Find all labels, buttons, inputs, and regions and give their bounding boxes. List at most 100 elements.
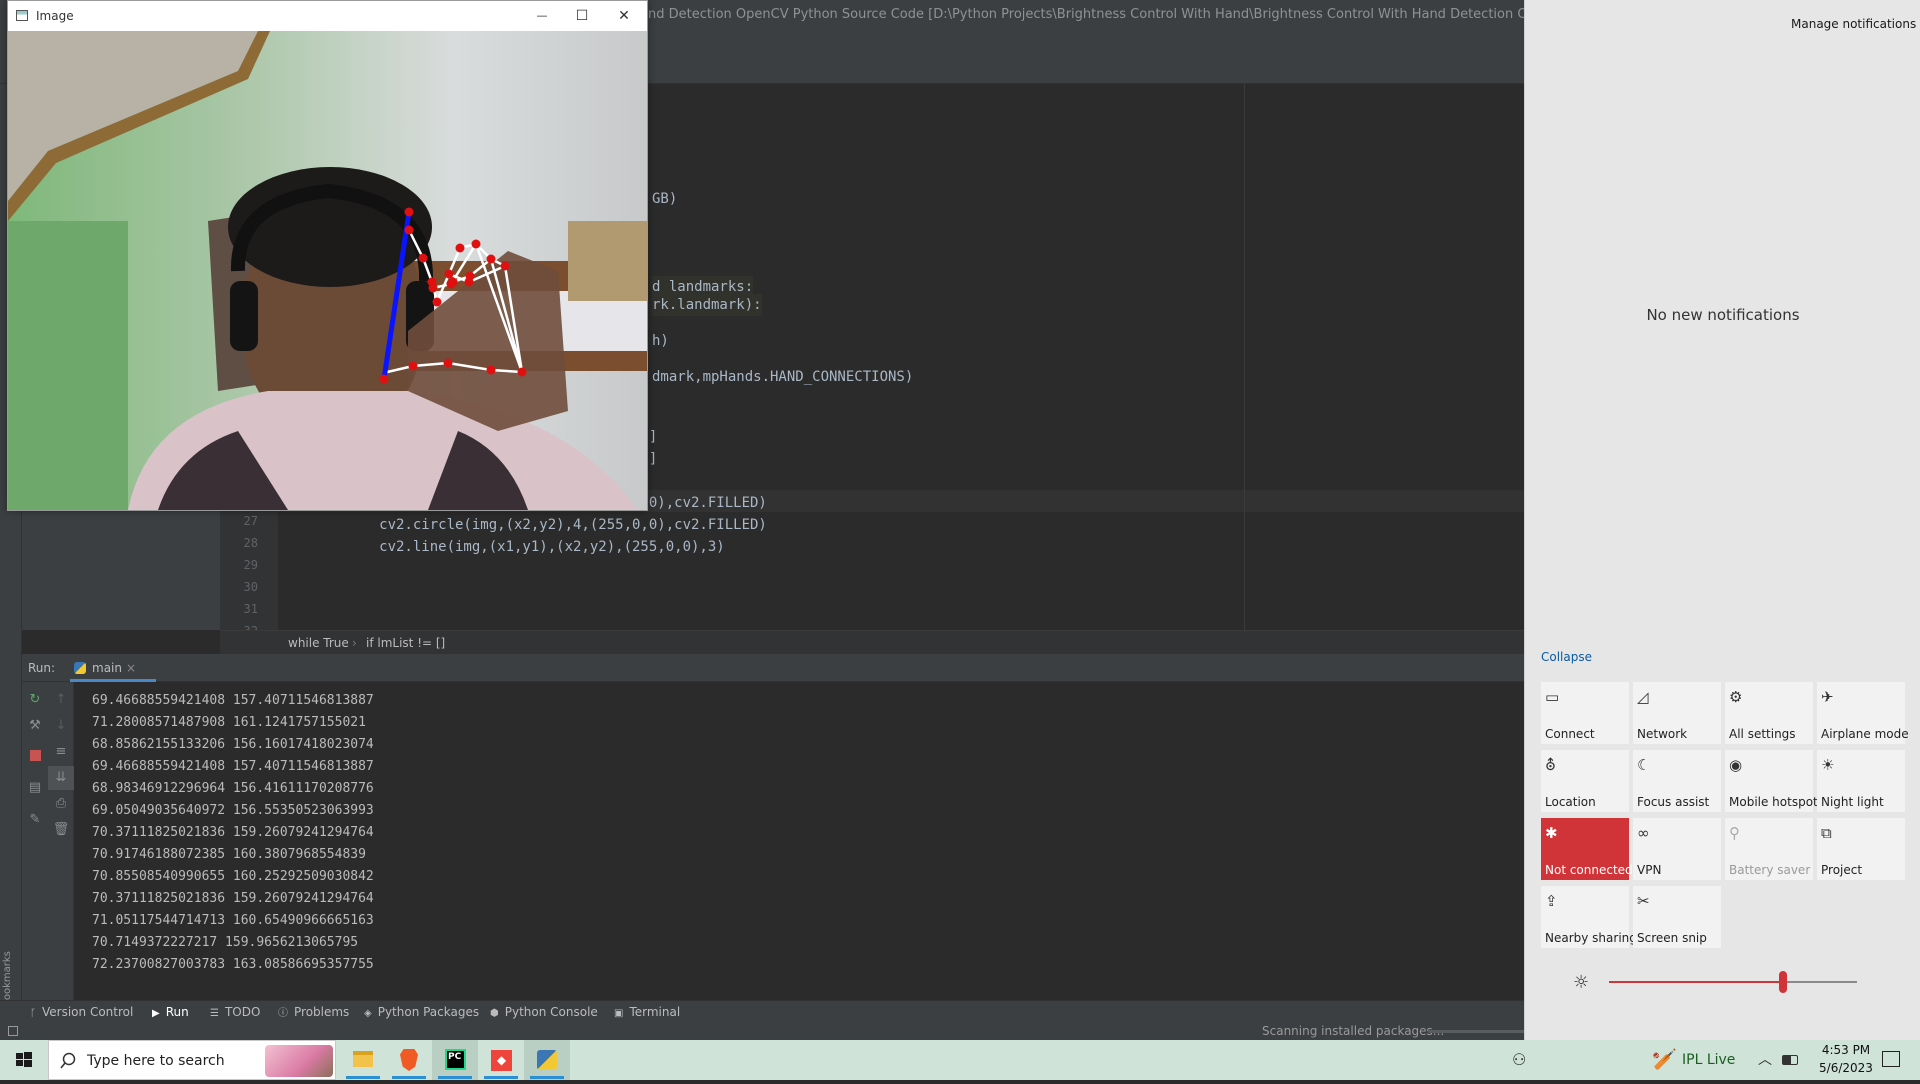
trash-icon[interactable]: 🗑 <box>48 818 74 842</box>
pycharm-icon[interactable]: PC <box>432 1040 478 1080</box>
quick-action-night-light[interactable]: ☀ Night light <box>1817 750 1905 812</box>
line-number: 30 <box>243 580 258 594</box>
webcam-feed <box>8 31 647 510</box>
code-line: cv2.line(img,(x1,y1),(x2,y2),(255,0,0),3… <box>278 539 725 555</box>
quick-action-screen-snip[interactable]: ✂ Screen snip <box>1633 886 1721 948</box>
webcam-frame-illustration <box>8 31 647 510</box>
brave-browser-icon[interactable] <box>386 1040 432 1080</box>
tab-close-icon[interactable]: × <box>126 654 136 682</box>
scroll-to-end-icon[interactable]: ⇊ <box>48 766 74 790</box>
quick-action-connect[interactable]: ▭ Connect <box>1541 682 1629 744</box>
taskbar-search-box[interactable]: Type here to search <box>48 1040 336 1080</box>
tool-window-label: TODO <box>224 1005 261 1019</box>
quick-action-focus-assist[interactable]: ☾ Focus assist <box>1633 750 1721 812</box>
clock-time[interactable]: 4:53 PM <box>1816 1043 1876 1057</box>
news-widget[interactable]: 🏏 IPL Live <box>1652 1045 1762 1075</box>
start-button[interactable] <box>0 1040 48 1080</box>
close-button[interactable]: ✕ <box>604 1 644 31</box>
quick-action-all-settings[interactable]: ⚙ All settings <box>1725 682 1813 744</box>
stop-icon[interactable] <box>22 744 48 768</box>
notification-icon[interactable] <box>1882 1051 1900 1067</box>
layout-icon[interactable]: ▤ <box>22 776 48 800</box>
window-app-icon <box>16 10 28 21</box>
rerun-icon[interactable]: ↻ <box>22 688 48 712</box>
search-icon <box>60 1052 76 1069</box>
chevron-up-icon[interactable]: ︿ <box>1758 1049 1772 1069</box>
tool-window-label: Python Console <box>504 1005 598 1019</box>
run-console[interactable]: 69.46688559421408 157.40711546813887 71.2… <box>74 682 1524 1002</box>
search-placeholder: Type here to search <box>87 1053 225 1069</box>
tool-window-problems[interactable]: ⓘ Problems <box>278 1001 349 1023</box>
breadcrumb-item-if[interactable]: if lmList != [] <box>366 631 445 655</box>
tool-window-version-control[interactable]: ᚴ Version Control <box>30 1001 133 1023</box>
arrow-down-icon[interactable]: ↓ <box>48 714 74 738</box>
quick-action-label: Not connected <box>1545 863 1633 877</box>
breadcrumb: while True › if lmList != [] <box>220 630 1524 654</box>
clock-date[interactable]: 5/6/2023 <box>1816 1061 1876 1075</box>
brightness-slider-fill <box>1609 981 1783 983</box>
status-progress-bar <box>1428 1030 1524 1033</box>
panel-toggle-icon[interactable] <box>8 1026 18 1036</box>
tool-window-label: Terminal <box>629 1005 681 1019</box>
quick-action-network[interactable]: ◿ Network <box>1633 682 1721 744</box>
tool-window-python-console[interactable]: ⬢ Python Console <box>490 1001 598 1023</box>
console-output-line: 70.37111825021836 159.26079241294764 <box>92 891 374 906</box>
quick-action-mobile-hotspot[interactable]: ◉ Mobile hotspot <box>1725 750 1818 812</box>
breadcrumb-item-while[interactable]: while True <box>288 631 349 655</box>
quick-action-vpn[interactable]: ∞ VPN <box>1633 818 1721 880</box>
file-explorer-icon[interactable] <box>340 1040 386 1080</box>
console-output-line: 69.46688559421408 157.40711546813887 <box>92 759 374 774</box>
console-output-line: 68.98346912296964 156.41611170208776 <box>92 781 374 796</box>
anydesk-icon[interactable]: ◆ <box>478 1040 524 1080</box>
windows-logo-icon <box>16 1052 32 1067</box>
python-icon: ⬢ <box>490 1008 499 1019</box>
info-icon: ⓘ <box>278 1008 288 1019</box>
tool-window-label: Python Packages <box>377 1005 480 1019</box>
people-icon[interactable]: ⚇ <box>1512 1050 1526 1069</box>
search-highlight-image <box>265 1045 333 1077</box>
pin-icon[interactable]: ✎ <box>22 808 48 832</box>
python-app-icon[interactable] <box>524 1040 570 1080</box>
airplane-icon: ✈ <box>1821 688 1834 706</box>
network-icon: ◿ <box>1637 688 1649 706</box>
camera-window-titlebar[interactable]: Image — ☐ ✕ <box>8 1 647 31</box>
tool-window-run[interactable]: ▶ Run <box>152 1001 189 1023</box>
quick-action-nearby-sharing[interactable]: ⇪ Nearby sharing <box>1541 886 1637 948</box>
connect-icon: ▭ <box>1545 688 1560 706</box>
news-label: IPL Live <box>1682 1052 1736 1068</box>
run-panel-header: Run: main × <box>22 654 1524 682</box>
quick-action-airplane-mode[interactable]: ✈ Airplane mode <box>1817 682 1909 744</box>
console-clipped-line <box>74 682 1524 690</box>
tool-window-label: Run <box>165 1005 189 1019</box>
camera-window[interactable]: Image — ☐ ✕ <box>7 0 648 511</box>
wrench-icon[interactable]: ⚒ <box>22 714 48 738</box>
quick-action-battery-saver: ⚲ Battery saver <box>1725 818 1813 880</box>
quick-action-location[interactable]: ⛢ Location <box>1541 750 1629 812</box>
quick-action-project[interactable]: ⧉ Project <box>1817 818 1905 880</box>
quick-action-label: Connect <box>1545 727 1595 741</box>
brightness-slider-thumb[interactable] <box>1778 971 1787 993</box>
brightness-slider[interactable] <box>1609 971 1857 993</box>
quick-action-label: Network <box>1637 727 1688 741</box>
quick-action-label: All settings <box>1729 727 1796 741</box>
camera-window-title: Image <box>36 9 74 23</box>
battery-icon[interactable] <box>1782 1055 1798 1065</box>
arrow-up-icon[interactable]: ↑ <box>48 688 74 712</box>
maximize-button[interactable]: ☐ <box>562 1 602 31</box>
location-icon: ⛢ <box>1545 756 1556 774</box>
soft-wrap-icon[interactable]: ≡ <box>48 740 74 764</box>
console-output-line: 69.05049035640972 156.55350523063993 <box>92 803 374 818</box>
print-icon[interactable]: ⎙ <box>48 792 74 816</box>
tool-window-python-packages[interactable]: ◈ Python Packages <box>364 1001 479 1023</box>
cricket-icon: 🏏 <box>1652 1047 1677 1071</box>
minimize-button[interactable]: — <box>522 1 562 31</box>
python-icon <box>74 662 86 674</box>
tab-main[interactable]: main × <box>70 654 156 682</box>
breadcrumb-separator: › <box>352 636 357 650</box>
quick-action-not-connected[interactable]: ✱ Not connected <box>1541 818 1633 880</box>
tool-window-todo[interactable]: ☰ TODO <box>210 1001 260 1023</box>
quick-action-label: Project <box>1821 863 1863 877</box>
quick-action-label: Battery saver <box>1729 863 1811 877</box>
run-toolbar-primary: ↻ ⚒ ▤ ✎ <box>22 682 48 1002</box>
tool-window-terminal[interactable]: ▣ Terminal <box>614 1001 680 1023</box>
